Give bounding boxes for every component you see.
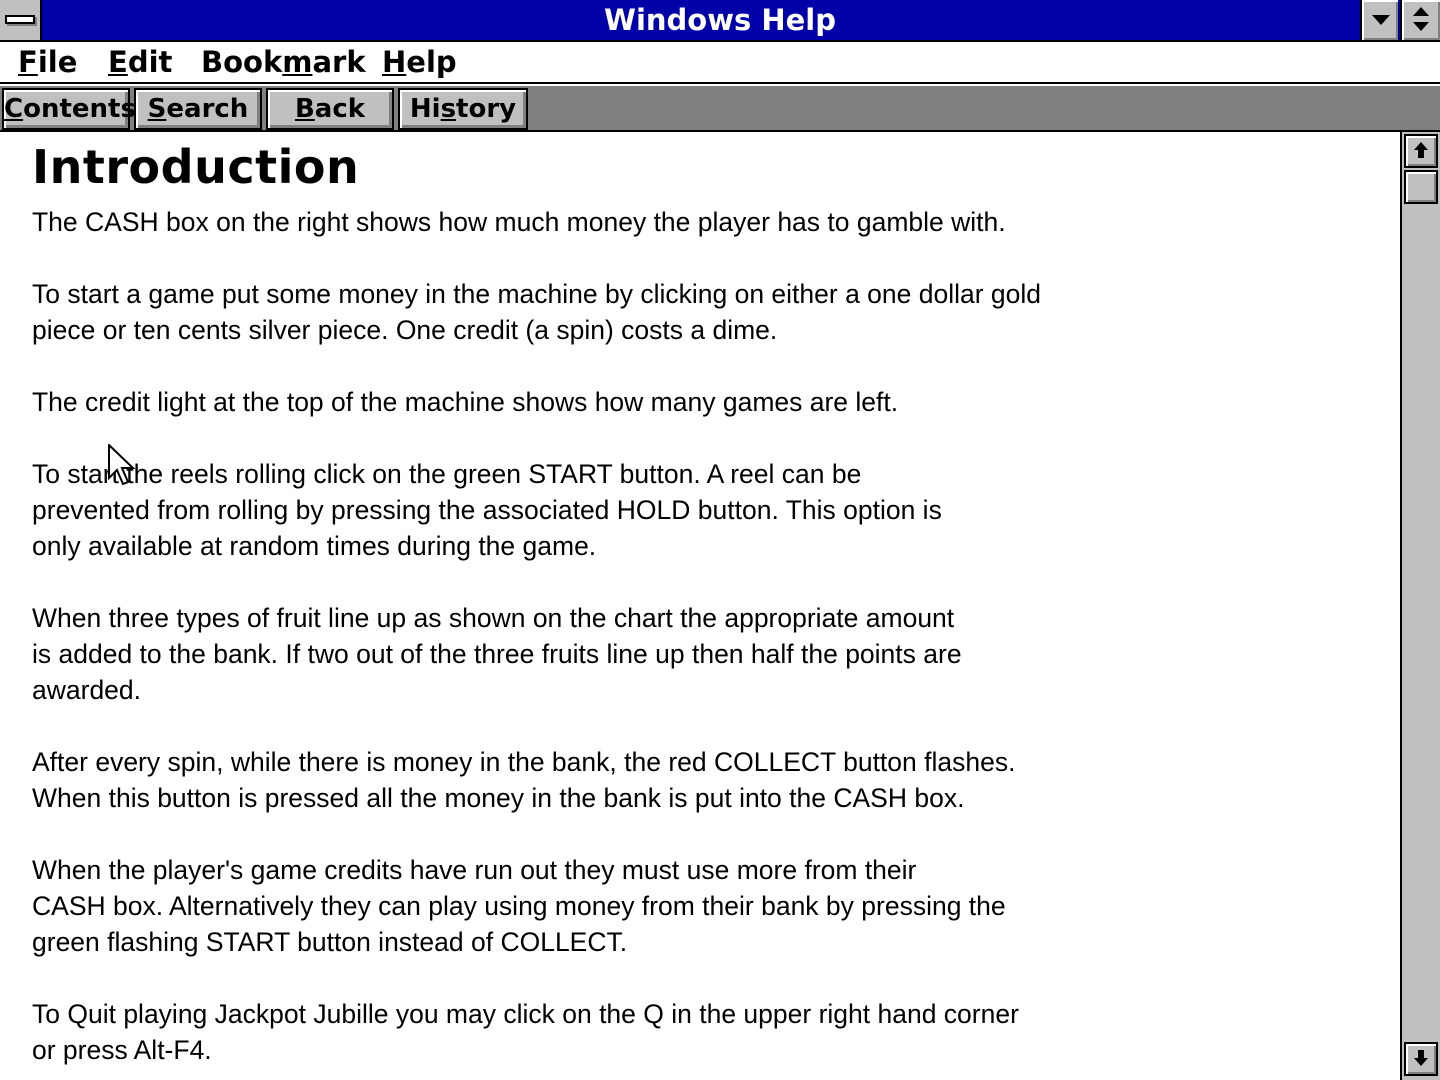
menu-file[interactable]: File [18, 42, 77, 82]
paragraph-reels: To start the reels rolling click on the … [32, 459, 942, 561]
title-bar[interactable]: Windows Help [0, 0, 1440, 42]
paragraph-collect: After every spin, while there is money i… [32, 747, 1016, 813]
help-button-bar: Contents Search Back History [0, 86, 1440, 132]
minimize-button[interactable] [1360, 0, 1398, 40]
minimize-icon [1372, 15, 1390, 25]
paragraph-quit: To Quit playing Jackpot Jubille you may … [32, 999, 1019, 1065]
mouse-pointer-icon [108, 444, 136, 486]
topic-content: Introduction The CASH box on the right s… [0, 134, 1400, 1080]
paragraph-credit-light: The credit light at the top of the machi… [32, 387, 899, 417]
window-title: Windows Help [603, 3, 837, 37]
paragraph-credits-out: When the player's game credits have run … [32, 855, 1006, 957]
vertical-scrollbar[interactable] [1400, 132, 1440, 1080]
menu-help[interactable]: Help [382, 42, 457, 82]
scroll-up-button[interactable] [1404, 134, 1438, 168]
scroll-down-arrow-icon [1414, 1050, 1428, 1066]
paragraph-fruit: When three types of fruit line up as sho… [32, 603, 962, 705]
menu-edit[interactable]: Edit [108, 42, 172, 82]
menu-bar: File Edit Bookmark Help [0, 42, 1440, 84]
restore-button[interactable] [1400, 0, 1440, 40]
menu-bookmark[interactable]: Bookmark [201, 42, 366, 82]
search-button[interactable]: Search [134, 88, 262, 130]
contents-button[interactable]: Contents [2, 88, 136, 130]
paragraph-start-game: To start a game put some money in the ma… [32, 279, 1042, 345]
history-button[interactable]: History [398, 88, 528, 130]
back-button[interactable]: Back [266, 88, 394, 130]
paragraph-cash-box: The CASH box on the right shows how much… [32, 207, 1006, 237]
scrollbar-thumb[interactable] [1404, 170, 1438, 204]
topic-heading: Introduction [32, 140, 360, 194]
scroll-up-arrow-icon [1414, 142, 1428, 158]
scroll-down-button[interactable] [1404, 1042, 1438, 1076]
